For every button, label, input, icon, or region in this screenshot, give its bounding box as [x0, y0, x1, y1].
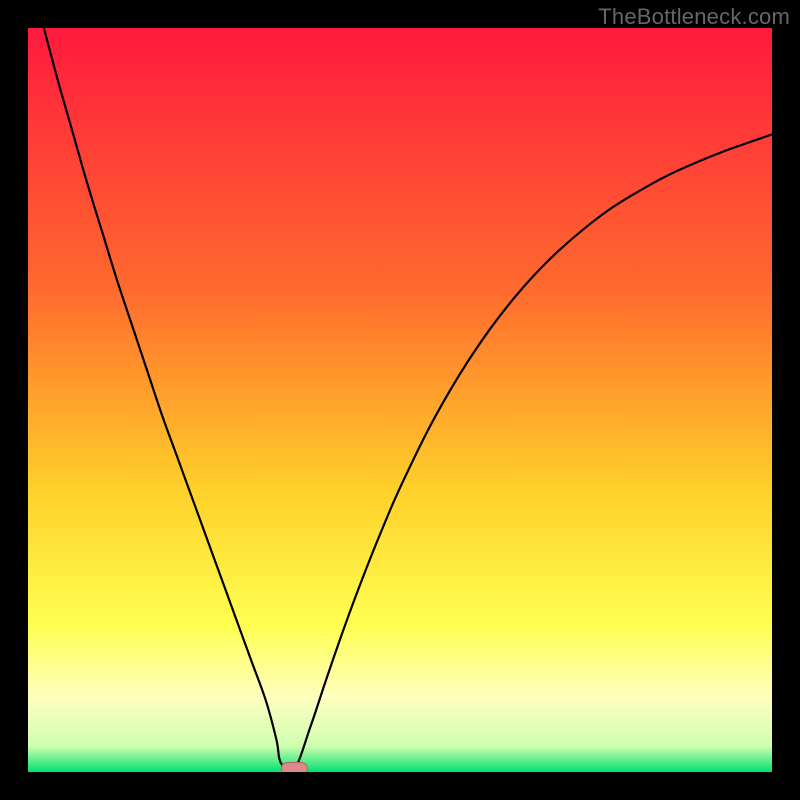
- plot-area: [28, 28, 772, 772]
- attribution-label: TheBottleneck.com: [598, 4, 790, 30]
- optimal-point-marker: [281, 763, 307, 772]
- bottleneck-chart: [28, 28, 772, 772]
- chart-frame: TheBottleneck.com: [0, 0, 800, 800]
- gradient-background: [28, 28, 772, 772]
